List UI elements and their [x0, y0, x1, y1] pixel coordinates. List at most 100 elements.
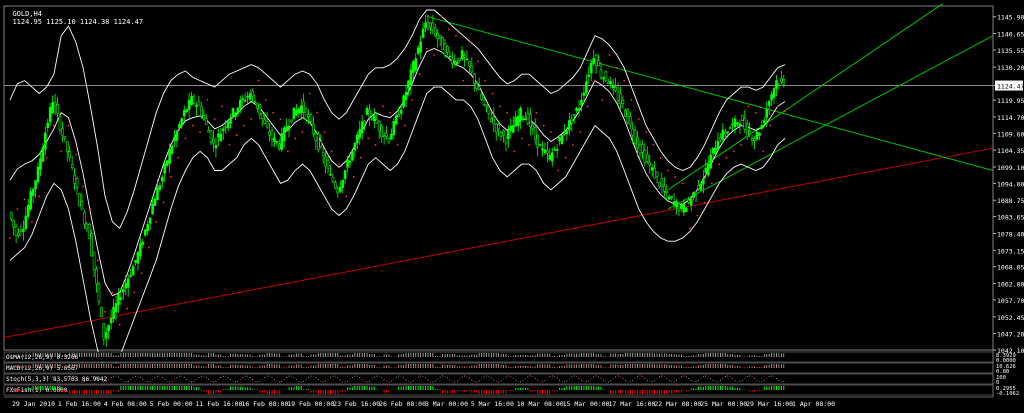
signal-dot — [688, 367, 690, 369]
signal-dot — [517, 366, 519, 368]
y-tick-label: 1124.47 — [997, 83, 1024, 91]
signal-dot — [183, 365, 185, 367]
candle-body — [619, 93, 622, 104]
signal-dot — [676, 366, 678, 368]
candle-body — [494, 123, 498, 133]
stoch-point — [658, 376, 660, 378]
candle-body — [538, 144, 542, 146]
signal-dot — [546, 366, 548, 368]
signal-dot — [619, 366, 621, 368]
green-channel-upper — [667, 3, 944, 191]
signal-dot — [344, 366, 346, 368]
stoch-point — [32, 378, 34, 380]
signal-dot — [773, 365, 775, 367]
candle-body — [126, 278, 130, 288]
stoch-point — [315, 377, 317, 379]
candle-body — [541, 148, 544, 151]
stoch-point — [476, 381, 478, 383]
stoch-point — [35, 380, 37, 382]
stoch-point — [366, 381, 368, 383]
signal-dot — [412, 365, 414, 367]
signal-dot — [364, 365, 366, 367]
stoch-point — [286, 376, 288, 378]
sar-dot — [681, 182, 684, 185]
candle-body — [416, 47, 420, 54]
signal-dot — [724, 365, 726, 367]
stoch-point — [205, 376, 207, 378]
signal-dot — [680, 366, 682, 368]
signal-dot — [349, 366, 351, 368]
signal-dot — [271, 365, 273, 367]
stoch-point — [500, 380, 502, 382]
signal-dot — [186, 365, 188, 367]
stoch-point — [217, 379, 219, 381]
candle-body — [192, 95, 196, 104]
sar-dot — [784, 110, 786, 113]
candle-body — [178, 124, 181, 128]
stoch-point — [83, 381, 85, 383]
candle-body — [470, 65, 474, 73]
signal-dot — [18, 366, 20, 368]
candle-body — [643, 150, 647, 163]
candle-body — [390, 133, 393, 140]
stoch-point — [588, 380, 590, 382]
candle-body — [704, 167, 708, 173]
signal-dot — [169, 365, 171, 367]
signal-dot — [332, 365, 334, 367]
signal-dot — [269, 365, 271, 367]
candle-body — [485, 104, 488, 107]
sar-dot — [96, 259, 99, 262]
candle-body — [397, 114, 401, 118]
stoch-point — [388, 381, 390, 383]
signal-dot — [310, 366, 312, 368]
stoch-point — [100, 380, 102, 382]
candle-body — [536, 134, 539, 148]
x-tick-label: 19 Feb 00:00 — [287, 400, 334, 408]
candle-body — [497, 123, 500, 130]
stoch-point — [10, 378, 12, 380]
trading-chart[interactable]: 1145.90 1140.65 1135.55 1130.20 1124.47 1119.… — [0, 0, 1024, 409]
candle-body — [614, 86, 617, 91]
stoch-point — [624, 379, 626, 381]
stoch-point — [210, 380, 212, 382]
candle-body — [68, 151, 72, 158]
candle-body — [472, 73, 476, 84]
stoch-point — [269, 375, 271, 377]
stoch-point — [554, 376, 556, 378]
stoch-point — [615, 376, 617, 378]
signal-dot — [86, 365, 88, 367]
y-tick-label: 1073.15 — [997, 247, 1024, 255]
sar-dot — [491, 92, 494, 95]
signal-dot — [386, 366, 388, 368]
signal-dot — [139, 365, 141, 367]
stoch-point — [595, 375, 597, 377]
signal-dot — [359, 365, 361, 367]
sar-dot — [403, 124, 406, 127]
signal-dot — [644, 365, 646, 367]
signal-dot — [305, 367, 307, 369]
stoch-point — [644, 377, 646, 379]
stoch-point — [756, 380, 758, 382]
signal-dot — [783, 366, 785, 368]
candle-body — [336, 188, 340, 194]
stoch-point — [468, 377, 470, 379]
candle-body — [543, 149, 547, 154]
signal-dot — [510, 367, 512, 369]
sar-dot — [60, 150, 63, 153]
candle-body — [19, 229, 23, 232]
stoch-point — [583, 381, 585, 383]
candle-body — [626, 108, 630, 124]
stoch-point — [215, 380, 217, 382]
x-tick-label: 25 Mar 00:00 — [700, 400, 747, 408]
signal-dot — [256, 367, 258, 369]
sar-dot — [740, 143, 743, 146]
signal-dot — [10, 366, 12, 368]
signal-dot — [400, 366, 402, 368]
stoch-point — [690, 379, 692, 381]
candle-body — [377, 120, 381, 132]
sar-dot — [440, 15, 443, 18]
stoch-point — [585, 381, 587, 383]
signal-dot — [300, 366, 302, 368]
chart-canvas[interactable]: 1145.90 1140.65 1135.55 1130.20 1124.47 1119.… — [0, 0, 1024, 409]
sar-dot — [703, 201, 706, 204]
